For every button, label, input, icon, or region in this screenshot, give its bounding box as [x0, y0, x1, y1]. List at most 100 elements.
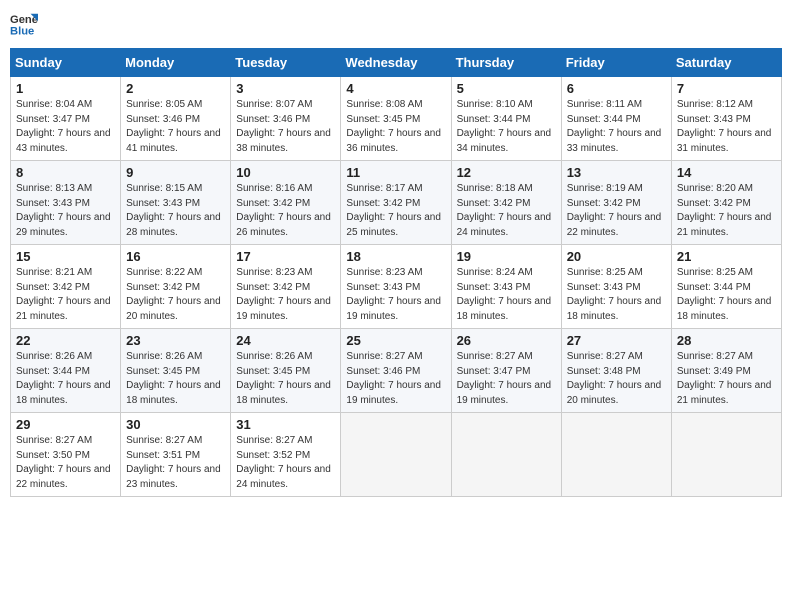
day-info: Sunrise: 8:17 AMSunset: 3:42 PMDaylight:… [346, 183, 441, 238]
day-number: 13 [567, 165, 666, 180]
calendar-cell: 9 Sunrise: 8:15 AMSunset: 3:43 PMDayligh… [121, 161, 231, 245]
calendar-week-row: 15 Sunrise: 8:21 AMSunset: 3:42 PMDaylig… [11, 245, 782, 329]
day-number: 8 [16, 165, 115, 180]
day-number: 20 [567, 249, 666, 264]
calendar-cell [341, 413, 451, 497]
day-info: Sunrise: 8:26 AMSunset: 3:45 PMDaylight:… [236, 351, 331, 406]
calendar-cell: 4 Sunrise: 8:08 AMSunset: 3:45 PMDayligh… [341, 77, 451, 161]
day-number: 5 [457, 81, 556, 96]
calendar-week-row: 29 Sunrise: 8:27 AMSunset: 3:50 PMDaylig… [11, 413, 782, 497]
day-number: 1 [16, 81, 115, 96]
weekday-header: Friday [561, 49, 671, 77]
calendar-cell [561, 413, 671, 497]
day-number: 7 [677, 81, 776, 96]
day-info: Sunrise: 8:26 AMSunset: 3:45 PMDaylight:… [126, 351, 221, 406]
calendar-cell: 20 Sunrise: 8:25 AMSunset: 3:43 PMDaylig… [561, 245, 671, 329]
day-number: 17 [236, 249, 335, 264]
calendar-cell: 24 Sunrise: 8:26 AMSunset: 3:45 PMDaylig… [231, 329, 341, 413]
day-number: 10 [236, 165, 335, 180]
calendar-week-row: 8 Sunrise: 8:13 AMSunset: 3:43 PMDayligh… [11, 161, 782, 245]
day-info: Sunrise: 8:26 AMSunset: 3:44 PMDaylight:… [16, 351, 111, 406]
calendar-cell: 26 Sunrise: 8:27 AMSunset: 3:47 PMDaylig… [451, 329, 561, 413]
calendar-cell: 17 Sunrise: 8:23 AMSunset: 3:42 PMDaylig… [231, 245, 341, 329]
day-info: Sunrise: 8:27 AMSunset: 3:48 PMDaylight:… [567, 351, 662, 406]
calendar-cell: 5 Sunrise: 8:10 AMSunset: 3:44 PMDayligh… [451, 77, 561, 161]
day-number: 16 [126, 249, 225, 264]
calendar-cell: 3 Sunrise: 8:07 AMSunset: 3:46 PMDayligh… [231, 77, 341, 161]
day-info: Sunrise: 8:04 AMSunset: 3:47 PMDaylight:… [16, 99, 111, 154]
weekday-header: Thursday [451, 49, 561, 77]
day-info: Sunrise: 8:22 AMSunset: 3:42 PMDaylight:… [126, 267, 221, 322]
day-info: Sunrise: 8:27 AMSunset: 3:47 PMDaylight:… [457, 351, 552, 406]
day-number: 26 [457, 333, 556, 348]
day-number: 23 [126, 333, 225, 348]
day-number: 6 [567, 81, 666, 96]
calendar-cell [451, 413, 561, 497]
calendar-cell: 31 Sunrise: 8:27 AMSunset: 3:52 PMDaylig… [231, 413, 341, 497]
calendar-cell [671, 413, 781, 497]
day-number: 4 [346, 81, 445, 96]
weekday-header: Tuesday [231, 49, 341, 77]
day-number: 22 [16, 333, 115, 348]
calendar-cell: 15 Sunrise: 8:21 AMSunset: 3:42 PMDaylig… [11, 245, 121, 329]
day-info: Sunrise: 8:11 AMSunset: 3:44 PMDaylight:… [567, 99, 662, 154]
day-info: Sunrise: 8:25 AMSunset: 3:44 PMDaylight:… [677, 267, 772, 322]
calendar-cell: 22 Sunrise: 8:26 AMSunset: 3:44 PMDaylig… [11, 329, 121, 413]
day-number: 24 [236, 333, 335, 348]
day-info: Sunrise: 8:19 AMSunset: 3:42 PMDaylight:… [567, 183, 662, 238]
weekday-header: Saturday [671, 49, 781, 77]
calendar-cell: 16 Sunrise: 8:22 AMSunset: 3:42 PMDaylig… [121, 245, 231, 329]
logo: General Blue [10, 10, 38, 38]
calendar-cell: 18 Sunrise: 8:23 AMSunset: 3:43 PMDaylig… [341, 245, 451, 329]
day-number: 18 [346, 249, 445, 264]
day-number: 9 [126, 165, 225, 180]
day-number: 31 [236, 417, 335, 432]
day-info: Sunrise: 8:07 AMSunset: 3:46 PMDaylight:… [236, 99, 331, 154]
calendar-cell: 23 Sunrise: 8:26 AMSunset: 3:45 PMDaylig… [121, 329, 231, 413]
day-info: Sunrise: 8:18 AMSunset: 3:42 PMDaylight:… [457, 183, 552, 238]
calendar-cell: 21 Sunrise: 8:25 AMSunset: 3:44 PMDaylig… [671, 245, 781, 329]
calendar-cell: 27 Sunrise: 8:27 AMSunset: 3:48 PMDaylig… [561, 329, 671, 413]
day-number: 25 [346, 333, 445, 348]
calendar-header: SundayMondayTuesdayWednesdayThursdayFrid… [11, 49, 782, 77]
calendar-cell: 25 Sunrise: 8:27 AMSunset: 3:46 PMDaylig… [341, 329, 451, 413]
day-number: 2 [126, 81, 225, 96]
day-number: 12 [457, 165, 556, 180]
day-info: Sunrise: 8:27 AMSunset: 3:51 PMDaylight:… [126, 435, 221, 490]
calendar-cell: 19 Sunrise: 8:24 AMSunset: 3:43 PMDaylig… [451, 245, 561, 329]
calendar-cell: 29 Sunrise: 8:27 AMSunset: 3:50 PMDaylig… [11, 413, 121, 497]
day-number: 27 [567, 333, 666, 348]
day-number: 30 [126, 417, 225, 432]
calendar-cell: 28 Sunrise: 8:27 AMSunset: 3:49 PMDaylig… [671, 329, 781, 413]
day-number: 21 [677, 249, 776, 264]
day-info: Sunrise: 8:25 AMSunset: 3:43 PMDaylight:… [567, 267, 662, 322]
calendar-week-row: 1 Sunrise: 8:04 AMSunset: 3:47 PMDayligh… [11, 77, 782, 161]
calendar-cell: 14 Sunrise: 8:20 AMSunset: 3:42 PMDaylig… [671, 161, 781, 245]
day-number: 28 [677, 333, 776, 348]
calendar-table: SundayMondayTuesdayWednesdayThursdayFrid… [10, 48, 782, 497]
calendar-cell: 1 Sunrise: 8:04 AMSunset: 3:47 PMDayligh… [11, 77, 121, 161]
day-info: Sunrise: 8:24 AMSunset: 3:43 PMDaylight:… [457, 267, 552, 322]
calendar-cell: 12 Sunrise: 8:18 AMSunset: 3:42 PMDaylig… [451, 161, 561, 245]
day-number: 14 [677, 165, 776, 180]
day-info: Sunrise: 8:27 AMSunset: 3:52 PMDaylight:… [236, 435, 331, 490]
day-number: 15 [16, 249, 115, 264]
day-info: Sunrise: 8:23 AMSunset: 3:42 PMDaylight:… [236, 267, 331, 322]
page-header: General Blue [10, 10, 782, 38]
calendar-cell: 6 Sunrise: 8:11 AMSunset: 3:44 PMDayligh… [561, 77, 671, 161]
day-info: Sunrise: 8:10 AMSunset: 3:44 PMDaylight:… [457, 99, 552, 154]
day-info: Sunrise: 8:12 AMSunset: 3:43 PMDaylight:… [677, 99, 772, 154]
calendar-cell: 10 Sunrise: 8:16 AMSunset: 3:42 PMDaylig… [231, 161, 341, 245]
weekday-header: Sunday [11, 49, 121, 77]
day-info: Sunrise: 8:05 AMSunset: 3:46 PMDaylight:… [126, 99, 221, 154]
weekday-header: Wednesday [341, 49, 451, 77]
day-info: Sunrise: 8:27 AMSunset: 3:46 PMDaylight:… [346, 351, 441, 406]
day-number: 19 [457, 249, 556, 264]
svg-text:Blue: Blue [10, 25, 34, 37]
day-number: 29 [16, 417, 115, 432]
calendar-cell: 7 Sunrise: 8:12 AMSunset: 3:43 PMDayligh… [671, 77, 781, 161]
day-info: Sunrise: 8:27 AMSunset: 3:49 PMDaylight:… [677, 351, 772, 406]
day-number: 11 [346, 165, 445, 180]
day-info: Sunrise: 8:21 AMSunset: 3:42 PMDaylight:… [16, 267, 111, 322]
weekday-header: Monday [121, 49, 231, 77]
